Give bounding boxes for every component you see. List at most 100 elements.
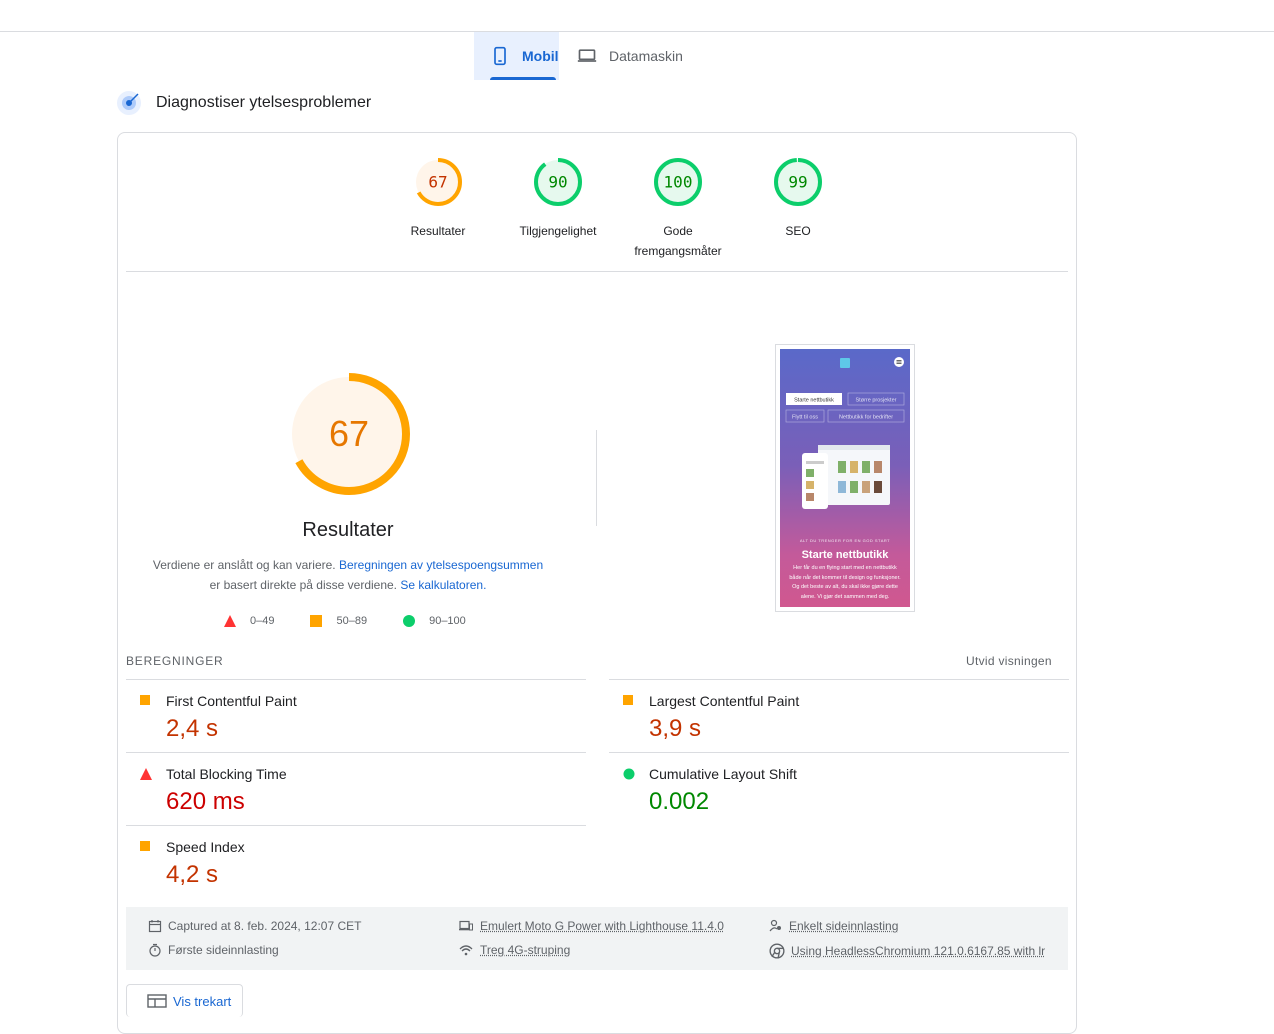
gauge-score: 99 bbox=[788, 173, 807, 192]
runtime-load: Første sideinnlasting bbox=[148, 943, 279, 957]
legend-range: 50–89 bbox=[336, 615, 367, 627]
metric-value: 2,4 s bbox=[166, 715, 218, 743]
runtime-load-text: Første sideinnlasting bbox=[168, 943, 279, 957]
expand-view-toggle[interactable]: Utvid visningen bbox=[966, 654, 1052, 668]
metric-name: Largest Contentful Paint bbox=[649, 693, 799, 709]
gauge-ring: 90 bbox=[533, 157, 583, 207]
vertical-divider bbox=[596, 430, 597, 526]
square-icon bbox=[140, 841, 150, 851]
performance-score: 67 bbox=[329, 413, 369, 454]
performance-gauge: 67 bbox=[288, 373, 410, 495]
metric-cls: Cumulative Layout Shift 0.002 bbox=[609, 752, 1069, 826]
gauge-ring: 100 bbox=[653, 157, 703, 207]
screenshot-page: Starte nettbutikk Større prosjekter Flyt… bbox=[780, 349, 910, 607]
runtime-browser[interactable]: Using HeadlessChromium 121.0.6167.85 wit… bbox=[769, 943, 1045, 959]
device-tabs: Mobil Datamaskin bbox=[474, 32, 699, 80]
metric-lcp: Largest Contentful Paint 3,9 s bbox=[609, 679, 1069, 753]
hero-eyebrow: ALT DU TRENGER FOR EN GOD START bbox=[800, 538, 890, 543]
hero-heading: Starte nettbutikk bbox=[802, 549, 890, 561]
gauge-label: SEO bbox=[743, 221, 853, 241]
runtime-captured-text: Captured at 8. feb. 2024, 12:07 CET bbox=[168, 919, 361, 933]
runtime-session-text: Enkelt sideinnlasting bbox=[789, 919, 898, 933]
square-icon bbox=[623, 695, 633, 705]
category-gauges: 67 Resultater 90 Tilgjengelighet 100 God… bbox=[378, 157, 858, 261]
hero-body: Her får du en flying start med en nettbu… bbox=[788, 564, 902, 602]
section-heading: Diagnostiser ytelsesproblemer bbox=[116, 90, 371, 116]
calendar-icon bbox=[148, 919, 162, 933]
lighthouse-icon bbox=[116, 90, 142, 116]
metric-value: 3,9 s bbox=[649, 715, 701, 743]
tab-desktop-label: Datamaskin bbox=[609, 48, 683, 64]
divider bbox=[126, 271, 1068, 272]
triangle-icon bbox=[224, 615, 236, 627]
legend-range: 0–49 bbox=[250, 615, 274, 627]
score-calculation-link[interactable]: Beregningen av ytelsespoengsummen bbox=[339, 558, 543, 572]
metric-value: 0.002 bbox=[649, 788, 709, 816]
desc-text: Verdiene er anslått og kan variere. bbox=[153, 558, 336, 572]
view-treemap-button[interactable]: Vis trekart bbox=[126, 984, 243, 1017]
treemap-label: Vis trekart bbox=[173, 994, 231, 1009]
metric-name: Cumulative Layout Shift bbox=[649, 766, 797, 782]
laptop-mockup bbox=[818, 445, 890, 505]
gauge-ring: 67 bbox=[413, 157, 463, 207]
gauge-best-practices[interactable]: 100 Gode fremgangsmåter bbox=[618, 157, 738, 261]
menu-btn-1: Starte nettbutikk bbox=[794, 398, 834, 404]
metrics-header: BEREGNINGER bbox=[126, 654, 223, 668]
menu-btn-4: Nettbutikk for bedrifter bbox=[839, 415, 893, 421]
runtime-captured: Captured at 8. feb. 2024, 12:07 CET bbox=[148, 919, 361, 933]
runtime-device-text: Emulert Moto G Power with Lighthouse 11.… bbox=[480, 919, 724, 933]
triangle-icon bbox=[140, 768, 152, 780]
metric-name: First Contentful Paint bbox=[166, 693, 297, 709]
square-icon bbox=[140, 695, 150, 705]
section-title: Diagnostiser ytelsesproblemer bbox=[156, 94, 371, 112]
gauge-performance[interactable]: 67 Resultater bbox=[378, 157, 498, 261]
calculator-link[interactable]: Se kalkulatoren. bbox=[400, 578, 486, 592]
treemap-icon bbox=[147, 994, 167, 1008]
gauge-label: Tilgjengelighet bbox=[503, 221, 613, 241]
smartphone-icon bbox=[490, 46, 510, 66]
runtime-throttling[interactable]: Treg 4G-struping bbox=[458, 943, 570, 957]
runtime-settings: Captured at 8. feb. 2024, 12:07 CET Emul… bbox=[126, 907, 1068, 970]
metric-name: Speed Index bbox=[166, 839, 245, 855]
runtime-browser-text: Using HeadlessChromium 121.0.6167.85 wit… bbox=[791, 944, 1045, 958]
menu-btn-2: Større prosjekter bbox=[856, 398, 897, 404]
metric-fcp: First Contentful Paint 2,4 s bbox=[126, 679, 586, 753]
legend-item-pass: 90–100 bbox=[403, 615, 466, 627]
person-group-icon bbox=[769, 919, 783, 933]
metric-tbt: Total Blocking Time 620 ms bbox=[126, 752, 586, 826]
runtime-throttling-text: Treg 4G-struping bbox=[480, 943, 570, 957]
timer-icon bbox=[148, 943, 162, 957]
metric-value: 4,2 s bbox=[166, 861, 218, 889]
desc-text: er basert direkte på disse verdiene. bbox=[210, 578, 397, 592]
gauge-accessibility[interactable]: 90 Tilgjengelighet bbox=[498, 157, 618, 261]
gauge-label: Resultater bbox=[383, 221, 493, 241]
report-card: 67 Resultater 90 Tilgjengelighet 100 God… bbox=[117, 132, 1077, 1034]
gauge-ring: 99 bbox=[773, 157, 823, 207]
devices-icon bbox=[458, 919, 474, 933]
menu-btn-3: Flytt til oss bbox=[792, 415, 818, 421]
tab-mobile-label: Mobil bbox=[522, 48, 559, 64]
gauge-seo[interactable]: 99 SEO bbox=[738, 157, 858, 261]
metric-si: Speed Index 4,2 s bbox=[126, 825, 586, 899]
final-screenshot[interactable]: Starte nettbutikk Større prosjekter Flyt… bbox=[775, 344, 915, 612]
gauge-score: 100 bbox=[664, 173, 693, 192]
wifi-icon bbox=[458, 943, 474, 957]
score-legend: 0–49 50–89 90–100 bbox=[224, 615, 502, 627]
runtime-device[interactable]: Emulert Moto G Power with Lighthouse 11.… bbox=[458, 919, 724, 933]
legend-item-fail: 0–49 bbox=[224, 615, 274, 627]
laptop-icon bbox=[577, 46, 597, 66]
circle-icon bbox=[623, 768, 635, 780]
tab-mobile[interactable]: Mobil bbox=[474, 32, 559, 80]
screenshot-content: Starte nettbutikk Større prosjekter Flyt… bbox=[780, 349, 910, 607]
runtime-session[interactable]: Enkelt sideinnlasting bbox=[769, 919, 898, 933]
top-bar bbox=[0, 0, 1274, 32]
performance-description: Verdiene er anslått og kan variere. Bere… bbox=[148, 555, 548, 595]
site-logo bbox=[840, 358, 850, 368]
legend-range: 90–100 bbox=[429, 615, 466, 627]
tab-desktop[interactable]: Datamaskin bbox=[559, 32, 699, 80]
gauge-score: 67 bbox=[428, 173, 447, 192]
circle-icon bbox=[403, 615, 415, 627]
chrome-icon bbox=[769, 943, 785, 959]
metric-value: 620 ms bbox=[166, 788, 245, 816]
metric-name: Total Blocking Time bbox=[166, 766, 287, 782]
